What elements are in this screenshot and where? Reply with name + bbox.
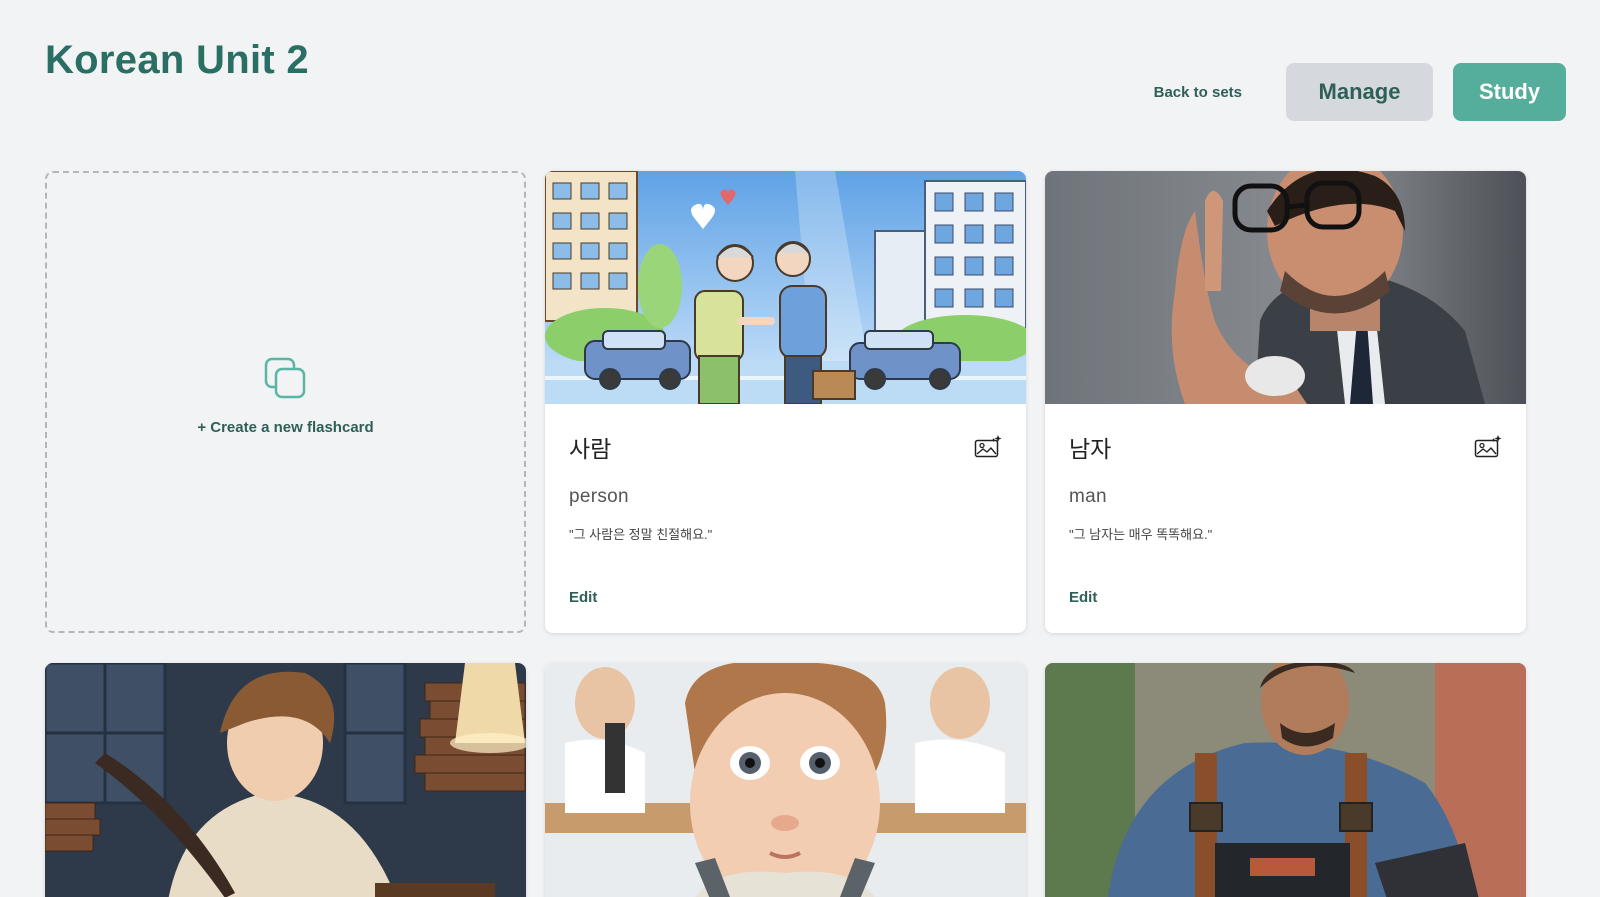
- flashcard-term: 남자: [1069, 436, 1112, 462]
- create-flashcard-label: + Create a new flashcard: [197, 418, 374, 436]
- flashcard[interactable]: [45, 663, 526, 897]
- flashcard-image: [545, 171, 1026, 404]
- flashcard-image: [1045, 171, 1526, 404]
- edit-flashcard-link[interactable]: Edit: [1069, 589, 1097, 606]
- flashcard-definition: man: [1069, 486, 1107, 507]
- flashcard[interactable]: [1045, 663, 1526, 897]
- back-to-sets-link[interactable]: Back to sets: [1154, 84, 1242, 101]
- create-flashcard-tile[interactable]: + Create a new flashcard: [45, 171, 526, 633]
- edit-flashcard-link[interactable]: Edit: [569, 589, 597, 606]
- manage-button[interactable]: Manage: [1286, 63, 1433, 121]
- flashcard-definition: person: [569, 486, 629, 507]
- flashcard[interactable]: 남자 man "그 남자는 매우 똑똑해요." Edit: [1045, 171, 1526, 633]
- flashcard-image: [45, 663, 526, 897]
- page-title: Korean Unit 2: [45, 38, 309, 82]
- flashcard[interactable]: 사람 person "그 사람은 정말 친절해요." Edit: [545, 171, 1026, 633]
- flashcard[interactable]: [545, 663, 1026, 897]
- header-actions: Back to sets Manage Study: [1154, 63, 1566, 121]
- flashcard-example: "그 남자는 매우 똑똑해요.": [1069, 527, 1213, 542]
- generate-image-icon[interactable]: [974, 434, 1002, 458]
- study-button[interactable]: Study: [1453, 63, 1566, 121]
- flashcard-example: "그 사람은 정말 친절해요.": [569, 527, 713, 542]
- flashcard-set-page: Korean Unit 2 Back to sets Manage Study …: [0, 0, 1600, 897]
- flashcard-body: 남자 man "그 남자는 매우 똑똑해요." Edit: [1045, 404, 1526, 633]
- copy-cards-icon: [264, 357, 305, 398]
- generate-image-icon[interactable]: [1474, 434, 1502, 458]
- flashcard-term: 사람: [569, 436, 612, 462]
- flashcard-image: [1045, 663, 1526, 897]
- flashcard-image: [545, 663, 1026, 897]
- flashcard-body: 사람 person "그 사람은 정말 친절해요." Edit: [545, 404, 1026, 633]
